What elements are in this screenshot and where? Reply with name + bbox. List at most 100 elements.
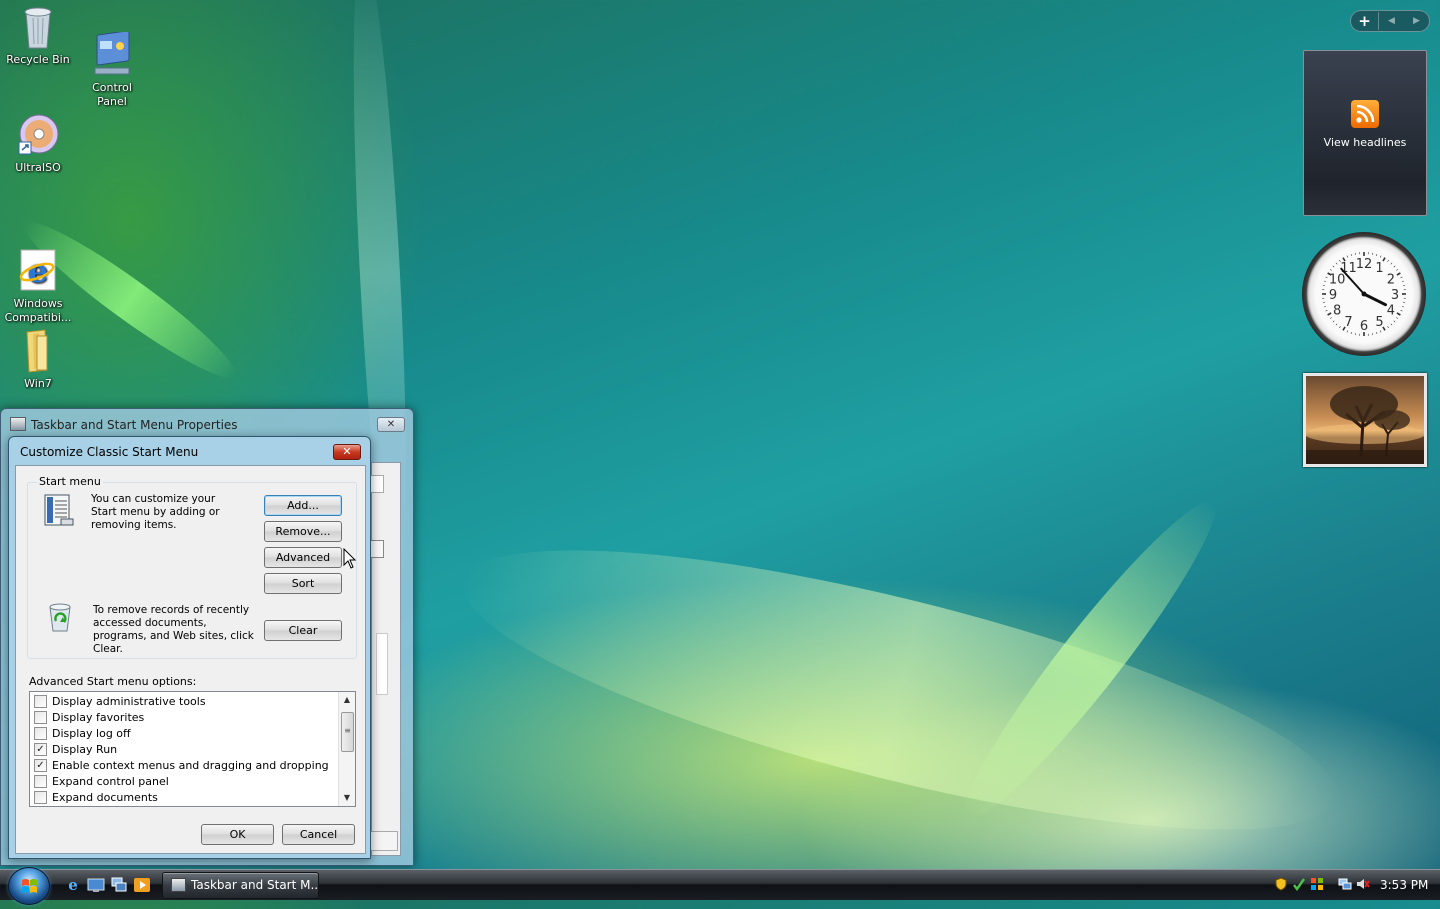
clock-tick bbox=[1336, 263, 1337, 264]
clock-tick bbox=[1388, 326, 1389, 328]
option-row[interactable]: Display log off bbox=[34, 725, 131, 741]
option-checkbox[interactable] bbox=[34, 711, 47, 724]
recycle-clear-icon bbox=[45, 601, 75, 633]
control-panel-icon bbox=[91, 18, 133, 64]
scroll-thumb[interactable]: ≡ bbox=[341, 712, 354, 752]
advanced-options-list[interactable]: Display administrative toolsDisplay favo… bbox=[29, 691, 356, 807]
dialog-title: Customize Classic Start Menu bbox=[20, 445, 198, 459]
clock-tick bbox=[1326, 277, 1328, 278]
option-label: Enable context menus and dragging and dr… bbox=[52, 759, 329, 772]
clock-tick bbox=[1396, 269, 1398, 270]
clock-tick bbox=[1324, 281, 1326, 282]
quicklaunch-internet-explorer-icon[interactable]: e bbox=[64, 876, 82, 894]
clear-description: To remove records of recently accessed d… bbox=[93, 604, 255, 656]
clock-tick bbox=[1394, 266, 1395, 267]
clock-tick bbox=[1347, 331, 1348, 333]
dialog-close-button[interactable]: ✕ bbox=[333, 444, 361, 460]
windows-update-icon[interactable] bbox=[1310, 877, 1324, 891]
clock-numeral: 1 bbox=[1375, 261, 1383, 276]
quicklaunch-media-player-icon[interactable] bbox=[133, 876, 151, 894]
option-checkbox[interactable] bbox=[34, 791, 47, 804]
quicklaunch-show-desktop-icon[interactable] bbox=[87, 876, 105, 894]
scroll-up-arrow-icon[interactable]: ▲ bbox=[339, 692, 355, 708]
option-label: Display administrative tools bbox=[52, 695, 206, 708]
cancel-button[interactable]: Cancel bbox=[282, 824, 355, 845]
volume-muted-icon[interactable] bbox=[1356, 877, 1370, 891]
background-button[interactable] bbox=[370, 831, 398, 851]
window-body bbox=[371, 462, 401, 856]
clock-center bbox=[1362, 292, 1367, 297]
desktop-icon-windows-compatibility[interactable]: e Windows Compatibi... bbox=[0, 220, 76, 339]
view-headlines-link[interactable]: View headlines bbox=[1304, 136, 1426, 149]
option-label: Expand control panel bbox=[52, 775, 169, 788]
wallpaper-streak bbox=[442, 494, 1359, 886]
option-row[interactable]: ✓Display Run bbox=[34, 741, 117, 757]
security-alert-icon[interactable] bbox=[1274, 877, 1288, 891]
clock-numeral: 8 bbox=[1333, 304, 1341, 319]
remove-button[interactable]: Remove... bbox=[264, 521, 342, 542]
close-icon: ✕ bbox=[342, 445, 351, 458]
clock-tick bbox=[1339, 326, 1340, 328]
clock-gadget[interactable]: 121234567891011 bbox=[1302, 232, 1426, 356]
options-scrollbar[interactable]: ▲ ≡ ▼ bbox=[338, 692, 355, 806]
option-checkbox[interactable] bbox=[34, 727, 47, 740]
clock-numeral: 4 bbox=[1387, 304, 1395, 319]
ok-button[interactable]: OK bbox=[201, 824, 274, 845]
background-button[interactable] bbox=[370, 540, 384, 558]
feed-headlines-gadget[interactable]: View headlines bbox=[1303, 50, 1427, 216]
folder-icon bbox=[17, 328, 59, 374]
taskbar-clock[interactable]: 3:53 PM bbox=[1380, 878, 1428, 892]
slideshow-gadget[interactable] bbox=[1303, 373, 1427, 467]
scroll-down-arrow-icon[interactable]: ▼ bbox=[339, 790, 355, 806]
start-menu-group-label: Start menu bbox=[37, 475, 103, 488]
clock-tick bbox=[1396, 318, 1398, 319]
start-menu-description: You can customize your Start menu by add… bbox=[91, 493, 241, 532]
clock-tick bbox=[1402, 306, 1404, 307]
option-checkbox[interactable]: ✓ bbox=[34, 759, 47, 772]
clear-button[interactable]: Clear bbox=[264, 620, 342, 641]
close-button[interactable]: ✕ bbox=[377, 417, 405, 432]
advanced-button[interactable]: Advanced bbox=[264, 547, 342, 568]
option-row[interactable]: Display favorites bbox=[34, 709, 144, 725]
windows-defender-icon[interactable] bbox=[1292, 877, 1306, 891]
taskbar: e Taskbar and Start M... 3:53 PM bbox=[0, 869, 1440, 900]
option-row[interactable]: Display administrative tools bbox=[34, 693, 206, 709]
taskbar-properties-app-icon bbox=[10, 417, 26, 431]
desktop-icon-label: Windows Compatibi... bbox=[0, 297, 76, 325]
previous-gadget-page-button[interactable]: ◀ bbox=[1379, 16, 1404, 26]
add-button[interactable]: Add... bbox=[264, 495, 342, 516]
mouse-pointer-icon bbox=[343, 548, 357, 570]
desktop-icon-ultraiso[interactable]: UltraISO bbox=[0, 112, 76, 175]
option-label: Expand documents bbox=[52, 791, 158, 804]
option-checkbox[interactable]: ✓ bbox=[34, 743, 47, 756]
option-row[interactable]: Expand documents bbox=[34, 789, 158, 805]
desktop-icon-recycle-bin[interactable]: Recycle Bin bbox=[0, 4, 76, 67]
hour-hand bbox=[1364, 294, 1385, 305]
option-row[interactable]: ✓ Enable context menus and dragging and d… bbox=[34, 757, 329, 773]
desktop-icon-control-panel[interactable]: Control Panel bbox=[74, 4, 150, 123]
ultraiso-disc-icon bbox=[17, 112, 59, 158]
clock-tick bbox=[1401, 277, 1403, 278]
customize-classic-start-menu-dialog: Customize Classic Start Menu ✕ Start men… bbox=[8, 436, 371, 859]
desktop-icon-label: Control Panel bbox=[74, 81, 150, 109]
clock-tick bbox=[1380, 256, 1381, 258]
internet-explorer-icon: e bbox=[17, 234, 59, 280]
add-gadget-button[interactable]: + bbox=[1351, 12, 1379, 30]
option-row[interactable]: Expand control panel bbox=[34, 773, 169, 789]
option-checkbox[interactable] bbox=[34, 695, 47, 708]
next-gadget-page-button[interactable]: ▶ bbox=[1404, 16, 1429, 26]
desktop-icon-label: UltraISO bbox=[0, 161, 76, 175]
start-menu-group: Start menu You can customize your Start … bbox=[27, 482, 357, 659]
tree-photo bbox=[1306, 376, 1424, 464]
network-icon[interactable] bbox=[1338, 877, 1352, 891]
clock-tick bbox=[1351, 332, 1352, 334]
quicklaunch-switch-windows-icon[interactable] bbox=[110, 876, 128, 894]
taskbar-button-taskbar-properties[interactable]: Taskbar and Start M... bbox=[162, 872, 319, 899]
start-button[interactable] bbox=[8, 867, 50, 905]
clock-numeral: 3 bbox=[1391, 288, 1399, 303]
clock-numeral: 6 bbox=[1360, 319, 1368, 334]
desktop-icon-win7-folder[interactable]: Win7 bbox=[0, 328, 76, 391]
option-checkbox[interactable] bbox=[34, 775, 47, 788]
sort-button[interactable]: Sort bbox=[264, 573, 342, 594]
clock-tick bbox=[1336, 324, 1337, 325]
